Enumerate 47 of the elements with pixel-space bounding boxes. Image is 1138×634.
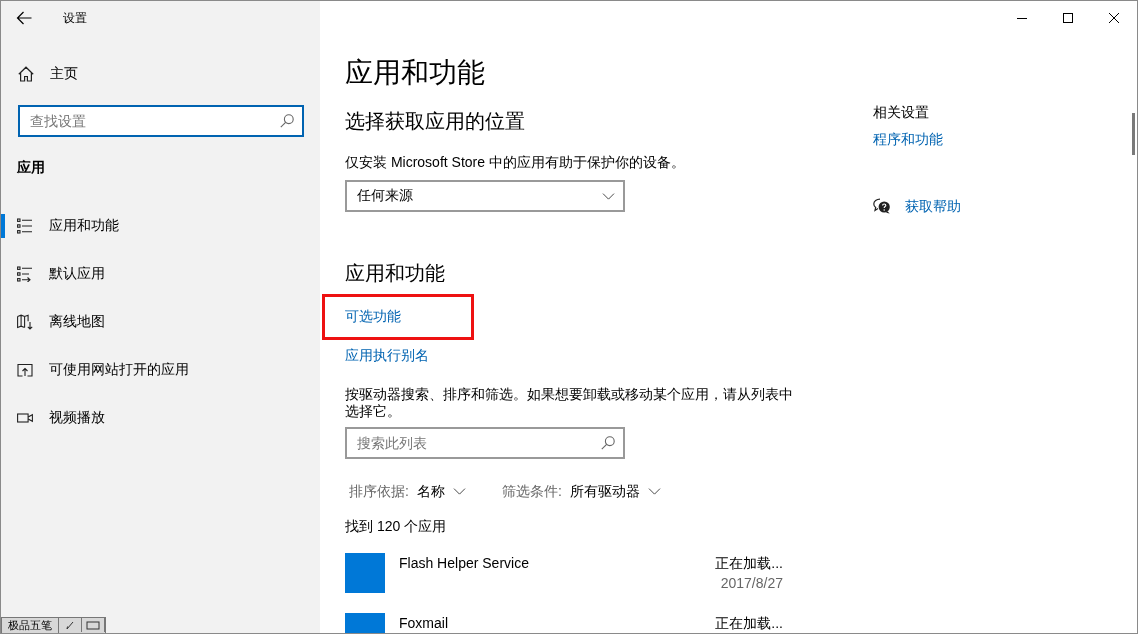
related-heading: 相关设置 (873, 103, 929, 122)
search-field[interactable]: 搜索此列表 (345, 427, 625, 459)
app-date: 2017/8/27 (720, 574, 783, 593)
home-link[interactable]: 主页 (1, 54, 320, 94)
sort-dropdown[interactable]: 排序依据: 名称 (349, 481, 466, 501)
nav-item[interactable]: 离线地图 (1, 298, 320, 346)
related-link[interactable]: 程序和功能 (873, 129, 943, 149)
help-chat-icon (873, 198, 891, 214)
app-name[interactable]: Foxmail (399, 613, 448, 633)
app-name[interactable]: Flash Helper Service (399, 553, 529, 573)
maximize-icon (1063, 13, 1073, 23)
nav-item[interactable]: 应用和功能 (1, 202, 320, 250)
app-size: 正在加载... (715, 554, 783, 573)
map-icon (17, 314, 33, 330)
section-heading: 应用 (16, 158, 46, 177)
search-field[interactable]: 查找设置 (18, 105, 304, 137)
section-heading: 选择获取应用的位置 (345, 109, 525, 134)
search-icon (601, 436, 615, 450)
section-heading: 应用和功能 (345, 261, 445, 286)
nav-item[interactable]: 可使用网站打开的应用 (1, 346, 320, 394)
app-tile-icon (345, 553, 385, 593)
app-count: 找到 120 个应用 (345, 517, 447, 536)
home-icon (18, 66, 34, 82)
nav-item[interactable]: 视频播放 (1, 394, 320, 442)
scrollbar-thumb[interactable] (1132, 113, 1135, 155)
window-title: 设置 (63, 10, 87, 26)
chevron-down-icon (647, 487, 661, 495)
list-icon (17, 218, 33, 234)
help-link[interactable]: 获取帮助 (905, 196, 961, 216)
description-text: 仅安装 Microsoft Store 中的应用有助于保护你的设备。 (345, 153, 685, 172)
source-dropdown[interactable]: 任何来源 (345, 180, 625, 212)
video-camera-icon (17, 410, 33, 426)
description-text: 按驱动器搜索、排序和筛选。如果想要卸载或移动某个应用，请从列表中选择它。 (345, 386, 794, 420)
close-icon (1109, 13, 1119, 23)
input-method-name[interactable]: 极品五笔 (2, 618, 59, 633)
nav-item[interactable]: 默认应用 (1, 250, 320, 298)
window-arrow-icon (17, 362, 33, 378)
link[interactable]: 可选功能 (345, 306, 401, 326)
search-icon (280, 114, 294, 128)
chevron-down-icon (452, 487, 466, 495)
app-size: 正在加载... (715, 614, 783, 633)
list-arrow-icon (17, 266, 33, 282)
back-arrow-icon (16, 11, 32, 25)
chevron-down-icon (602, 192, 615, 200)
filter-dropdown[interactable]: 筛选条件: 所有驱动器 (501, 481, 661, 501)
link[interactable]: 应用执行别名 (345, 345, 429, 365)
page-title: 应用和功能 (345, 56, 485, 90)
